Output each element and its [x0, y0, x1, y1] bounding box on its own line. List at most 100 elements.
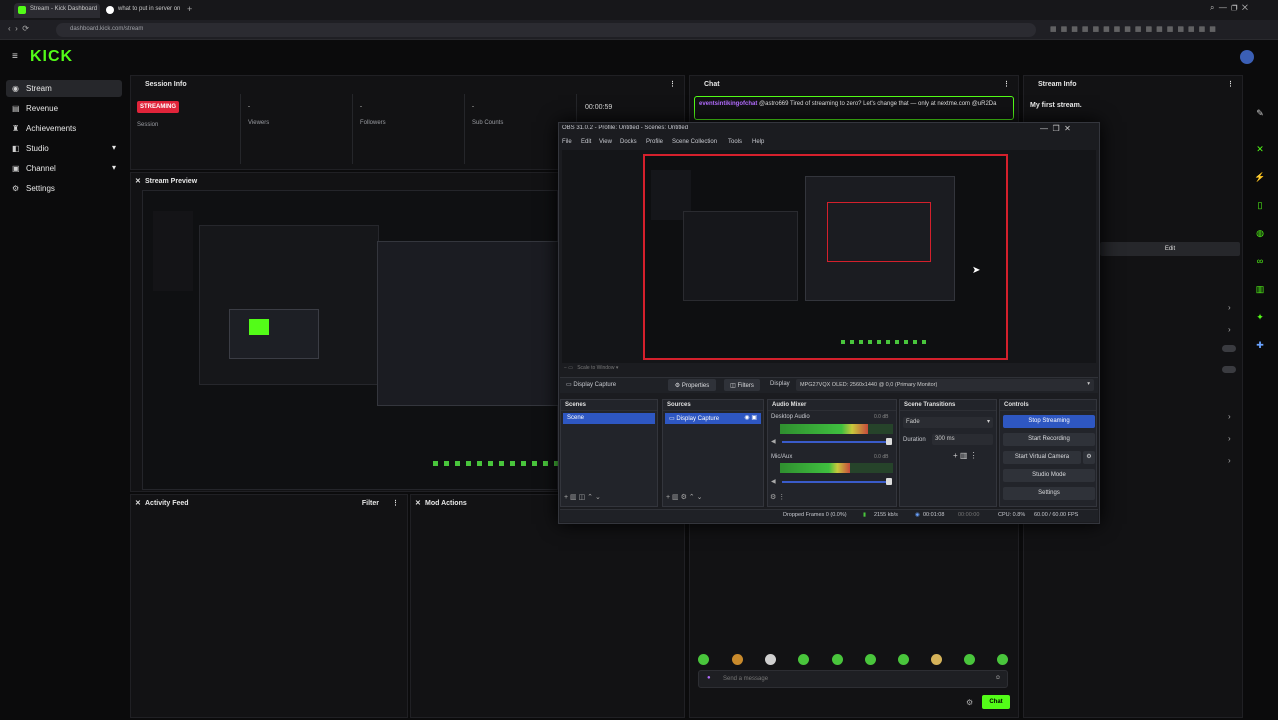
- menu-tools[interactable]: Tools: [728, 139, 742, 145]
- obs-preview-canvas[interactable]: [643, 154, 1008, 360]
- emote-icon[interactable]: [964, 654, 975, 665]
- chat-username[interactable]: eventsintikingofchat: [699, 101, 757, 107]
- speaker-icon[interactable]: ◀: [771, 438, 776, 445]
- meter-fill: [780, 463, 851, 473]
- zoom-controls[interactable]: − ▭ Scale to Window ▾: [564, 365, 618, 371]
- transition-actions-icon[interactable]: + ▥ ⋮: [953, 451, 978, 460]
- chevron-right-icon[interactable]: › › ›: [1228, 406, 1231, 472]
- emote-icon[interactable]: [698, 654, 709, 665]
- volume-slider[interactable]: [782, 441, 892, 443]
- file-icon[interactable]: ▥: [1250, 284, 1270, 300]
- menu-edit[interactable]: Edit: [581, 139, 591, 145]
- browser-tab-search[interactable]: what to put in server on: [102, 3, 182, 18]
- broadcast-icon: ◉: [12, 84, 19, 93]
- menu-profile[interactable]: Profile: [646, 139, 663, 145]
- menu-docks[interactable]: Docks: [620, 139, 637, 145]
- start-virtual-camera-button[interactable]: Start Virtual Camera: [1003, 451, 1081, 464]
- mixer-channel-name: Mic/Aux: [771, 454, 793, 460]
- wrench-icon[interactable]: ✦: [1250, 312, 1270, 328]
- panel-title: Stream Preview: [145, 178, 198, 185]
- emote-icon[interactable]: [931, 654, 942, 665]
- close-icon[interactable]: ✕: [1250, 144, 1270, 160]
- chat-settings-icon[interactable]: ⚙: [966, 698, 973, 707]
- signal-icon: ▮: [863, 512, 867, 518]
- display-select[interactable]: MPG27VQX OLED: 2560x1440 @ 0,0 (Primary …: [796, 379, 1094, 391]
- more-icon[interactable]: ⋮: [1003, 80, 1010, 88]
- menu-file[interactable]: File: [562, 139, 572, 145]
- sidebar-item-channel[interactable]: ▣ Channel ▾: [6, 160, 122, 177]
- filter-button[interactable]: Filter: [362, 500, 379, 507]
- sidebar-item-achievements[interactable]: ♜ Achievements: [6, 120, 122, 137]
- close-icon[interactable]: ✕: [135, 499, 141, 507]
- emoji-icon[interactable]: ☺: [995, 675, 1001, 681]
- emote-icon[interactable]: [865, 654, 876, 665]
- sidebar-item-settings[interactable]: ⚙ Settings: [6, 180, 122, 197]
- source-item[interactable]: ▭ Display Capture ◉ ▣: [665, 413, 761, 424]
- slider-handle[interactable]: [886, 478, 892, 485]
- close-icon[interactable]: ✕: [135, 177, 141, 185]
- menu-icon[interactable]: ≡: [12, 51, 18, 62]
- emote-icon[interactable]: [732, 654, 743, 665]
- edit-stream-button[interactable]: Edit: [1100, 242, 1240, 256]
- trophy-icon: ♜: [12, 124, 20, 133]
- source-actions-icon[interactable]: + ▥ ⚙ ⌃ ⌄: [666, 493, 703, 501]
- emote-icon[interactable]: [798, 654, 809, 665]
- filters-button[interactable]: ◫ Filters: [724, 379, 760, 391]
- transition-select[interactable]: Fade ▾: [903, 417, 993, 428]
- emote-icon[interactable]: [832, 654, 843, 665]
- start-recording-button[interactable]: Start Recording: [1003, 433, 1095, 446]
- new-tab-icon[interactable]: +: [187, 4, 192, 14]
- toggle-switch[interactable]: [1222, 345, 1236, 352]
- mixer-actions-icon[interactable]: ⚙ ⋮: [770, 493, 785, 501]
- sidebar-item-stream[interactable]: ◉ Stream: [6, 80, 122, 97]
- scene-item[interactable]: Scene: [563, 413, 655, 424]
- window-controls-icon[interactable]: ⌕ — ❐ ✕: [1210, 3, 1248, 13]
- emote-icon[interactable]: [898, 654, 909, 665]
- settings-button[interactable]: Settings: [1003, 487, 1095, 500]
- emote-icon[interactable]: [765, 654, 776, 665]
- kick-logo[interactable]: KICK: [30, 48, 73, 66]
- chat-bubble-icon[interactable]: ◍: [1250, 228, 1270, 244]
- scene-actions-icon[interactable]: + ▥ ◫ ⌃ ⌄: [564, 493, 601, 501]
- slider-handle[interactable]: [886, 438, 892, 445]
- dock-title: Scene Transitions: [900, 400, 996, 411]
- window-controls-icon[interactable]: — ❐ ✕: [1040, 124, 1071, 133]
- more-icon[interactable]: ⋮: [392, 499, 399, 507]
- sidebar-item-studio[interactable]: ◧ Studio ▾: [6, 140, 122, 157]
- duration-input[interactable]: 300 ms: [932, 434, 993, 445]
- bolt-icon[interactable]: ⚡: [1250, 172, 1270, 188]
- menu-scene-collection[interactable]: Scene Collection: [672, 139, 717, 145]
- chevron-right-icon[interactable]: › ›: [1228, 297, 1231, 341]
- panel-header: ✕ Activity Feed Filter ⋮: [131, 495, 407, 511]
- studio-mode-button[interactable]: Studio Mode: [1003, 469, 1095, 482]
- speaker-icon[interactable]: ◀: [771, 478, 776, 485]
- pen-icon[interactable]: ✎: [1250, 108, 1270, 124]
- toggle-switch[interactable]: [1222, 366, 1236, 373]
- extension-icon[interactable]: ✚: [1250, 340, 1270, 356]
- extension-icons[interactable]: ▦▦▦▦▦▦▦▦▦▦▦▦▦▦▦▦: [1050, 25, 1220, 33]
- virtual-camera-gear-icon[interactable]: ⚙: [1083, 451, 1095, 464]
- chat-input[interactable]: ● Send a message ☺: [698, 670, 1008, 688]
- stream-preview-video[interactable]: [142, 190, 559, 490]
- avatar[interactable]: [1240, 50, 1254, 64]
- more-icon[interactable]: ⋮: [1227, 80, 1234, 88]
- stop-streaming-button[interactable]: Stop Streaming: [1003, 415, 1095, 428]
- close-icon[interactable]: ✕: [415, 499, 421, 507]
- more-icon[interactable]: ⋮: [669, 80, 676, 88]
- chat-send-button[interactable]: Chat: [982, 695, 1010, 709]
- address-bar[interactable]: dashboard.kick.com/stream: [56, 23, 1036, 37]
- link-icon[interactable]: ∞: [1250, 256, 1270, 272]
- nav-label: Achievements: [26, 124, 77, 133]
- eye-lock-icon[interactable]: ◉ ▣: [744, 414, 757, 421]
- properties-button[interactable]: ⚙ Properties: [668, 379, 716, 391]
- menu-help[interactable]: Help: [752, 139, 764, 145]
- browser-tab-kick[interactable]: Stream - Kick Dashboard: [14, 3, 100, 18]
- sidebar-item-revenue[interactable]: ▤ Revenue: [6, 100, 122, 117]
- scenes-dock: Scenes Scene: [560, 399, 658, 507]
- nav-back-icon[interactable]: ‹ › ⟳: [8, 24, 29, 33]
- chat-message[interactable]: eventsintikingofchat @astro669 Tired of …: [694, 96, 1014, 120]
- menu-view[interactable]: View: [599, 139, 612, 145]
- emote-icon[interactable]: [997, 654, 1008, 665]
- note-icon[interactable]: ▯: [1250, 200, 1270, 216]
- volume-slider[interactable]: [782, 481, 892, 483]
